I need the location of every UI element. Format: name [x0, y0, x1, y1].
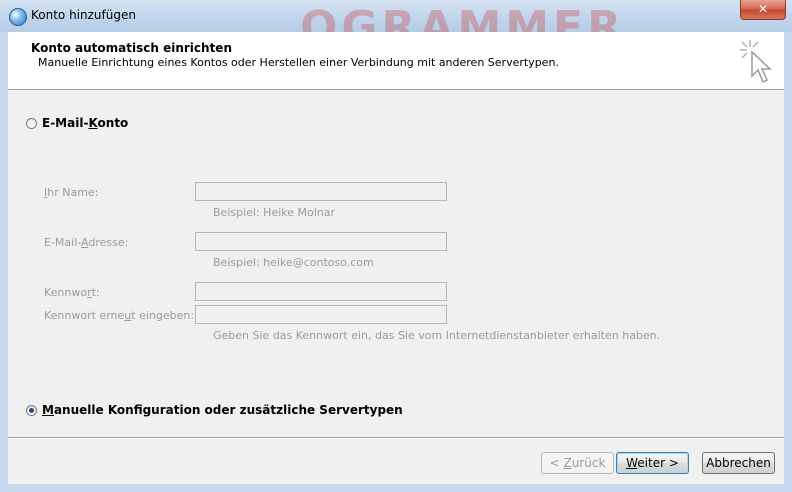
- window-frame-left: [0, 32, 8, 492]
- title-bar: OGRAMMER Konto hinzufügen ✕: [0, 0, 792, 53]
- wizard-header: Konto automatisch einrichten Manuelle Ei…: [8, 32, 784, 90]
- cancel-button[interactable]: Abbrechen: [702, 452, 775, 474]
- name-hint: Beispiel: Heike Molnar: [213, 206, 336, 219]
- close-button[interactable]: ✕: [740, 0, 786, 20]
- window-frame-right: [784, 32, 792, 492]
- back-button[interactable]: < Zurück: [541, 452, 614, 474]
- header-subtitle: Manuelle Einrichtung eines Kontos oder H…: [38, 56, 559, 69]
- password-input[interactable]: [195, 282, 447, 301]
- footer-separator-highlight: [8, 438, 784, 439]
- password-confirm-input[interactable]: [195, 305, 447, 324]
- outlook-app-icon: [9, 8, 27, 26]
- window-title: Konto hinzufügen: [31, 8, 136, 22]
- email-account-radio[interactable]: [26, 118, 37, 129]
- manual-config-label[interactable]: Manuelle Konfiguration oder zusätzliche …: [42, 403, 403, 417]
- password-confirm-label: Kennwort erneut eingeben:: [44, 309, 195, 322]
- password-hint: Geben Sie das Kennwort ein, das Sie vom …: [213, 329, 661, 342]
- name-label: Ihr Name:: [44, 186, 99, 199]
- next-button[interactable]: Weiter >: [616, 452, 689, 474]
- wizard-content: E-Mail-Konto Ihr Name: Beispiel: Heike M…: [8, 90, 784, 484]
- password-label: Kennwort:: [44, 286, 100, 299]
- wizard-cursor-icon: [740, 40, 772, 84]
- name-input[interactable]: [195, 182, 447, 201]
- email-input[interactable]: [195, 232, 447, 251]
- header-title: Konto automatisch einrichten: [31, 41, 232, 55]
- email-label: E-Mail-Adresse:: [44, 236, 129, 249]
- manual-config-radio[interactable]: [26, 405, 37, 416]
- window-frame-bottom: [0, 484, 792, 492]
- email-hint: Beispiel: heike@contoso.com: [213, 256, 374, 269]
- email-account-label[interactable]: E-Mail-Konto: [42, 116, 128, 130]
